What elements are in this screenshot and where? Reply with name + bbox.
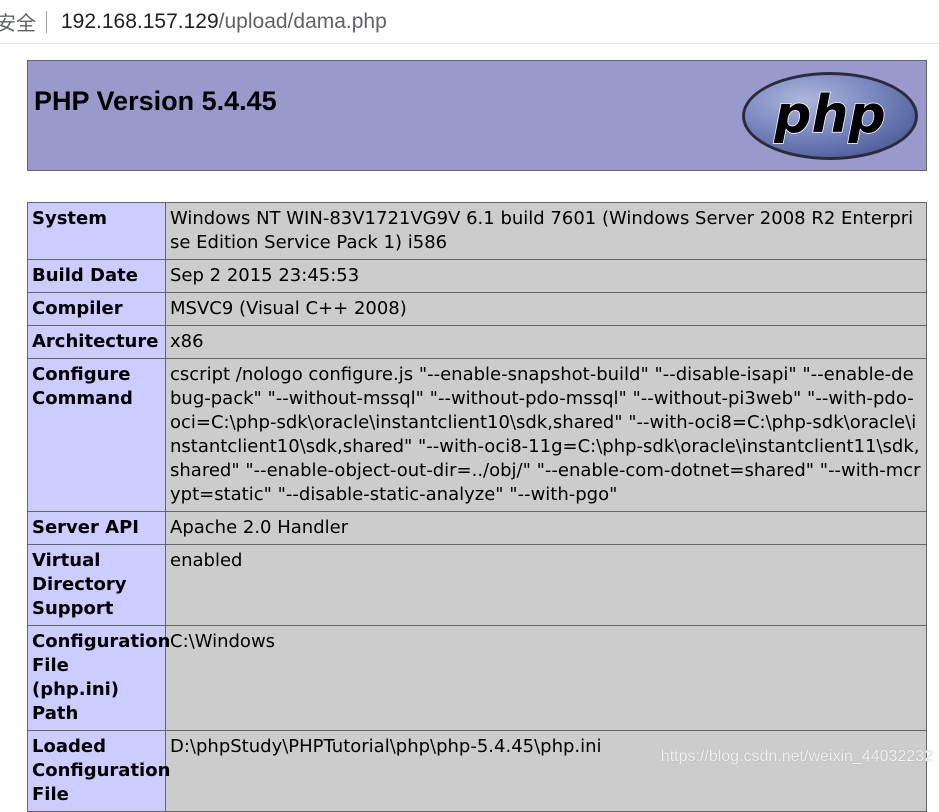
php-logo-icon[interactable]: php <box>740 70 920 162</box>
row-key: Compiler <box>27 292 166 326</box>
row-value: enabled <box>165 544 927 626</box>
row-key: Build Date <box>27 259 166 293</box>
row-value: MSVC9 (Visual C++ 2008) <box>165 292 927 326</box>
table-row: Build Date Sep 2 2015 23:45:53 <box>27 259 927 293</box>
phpinfo-header: PHP Version 5.4.45 php <box>27 60 927 171</box>
url-path: /upload/dama.php <box>218 9 387 33</box>
php-logo-text: php <box>773 85 885 145</box>
page-title: PHP Version 5.4.45 <box>34 86 277 116</box>
row-value: x86 <box>165 325 927 359</box>
table-row: System Windows NT WIN-83V1721VG9V 6.1 bui… <box>27 202 927 260</box>
row-value: Windows NT WIN-83V1721VG9V 6.1 build 760… <box>165 202 927 260</box>
url-host: 192.168.157.129 <box>61 9 219 33</box>
phpinfo-table: System Windows NT WIN-83V1721VG9V 6.1 bui… <box>27 202 927 812</box>
row-key: Configuration File (php.ini) Path <box>27 625 170 731</box>
address-bar[interactable]: 安全 192.168.157.129/upload/dama.php <box>0 0 939 44</box>
row-key: Architecture <box>27 325 166 359</box>
table-row: Configure Command cscript /nologo configu… <box>27 358 927 512</box>
table-row: Configuration File (php.ini) Path C:\Wind… <box>27 625 927 731</box>
row-key: Configure Command <box>27 358 166 512</box>
row-value: Sep 2 2015 23:45:53 <box>165 259 927 293</box>
table-row: Compiler MSVC9 (Visual C++ 2008) <box>27 292 927 326</box>
table-row: Virtual Directory Support enabled <box>27 544 927 626</box>
table-row: Architecture x86 <box>27 325 927 359</box>
table-row: Loaded Configuration File D:\phpStudy\PHP… <box>27 730 927 812</box>
row-value: D:\phpStudy\PHPTutorial\php\php-5.4.45\p… <box>165 730 927 812</box>
row-key: Loaded Configuration File <box>27 730 170 812</box>
row-value: C:\Windows <box>165 625 927 731</box>
row-value: cscript /nologo configure.js "--enable-s… <box>165 358 927 512</box>
address-divider <box>46 10 47 33</box>
row-value: Apache 2.0 Handler <box>165 511 927 545</box>
row-key: System <box>27 202 166 260</box>
url-text[interactable]: 192.168.157.129/upload/dama.php <box>61 10 387 34</box>
table-row: Server API Apache 2.0 Handler <box>27 511 927 545</box>
security-label[interactable]: 安全 <box>0 7 36 36</box>
row-key: Virtual Directory Support <box>27 544 166 626</box>
row-key: Server API <box>27 511 166 545</box>
watermark-text: https://blog.csdn.net/weixin_44032232 <box>660 748 933 765</box>
